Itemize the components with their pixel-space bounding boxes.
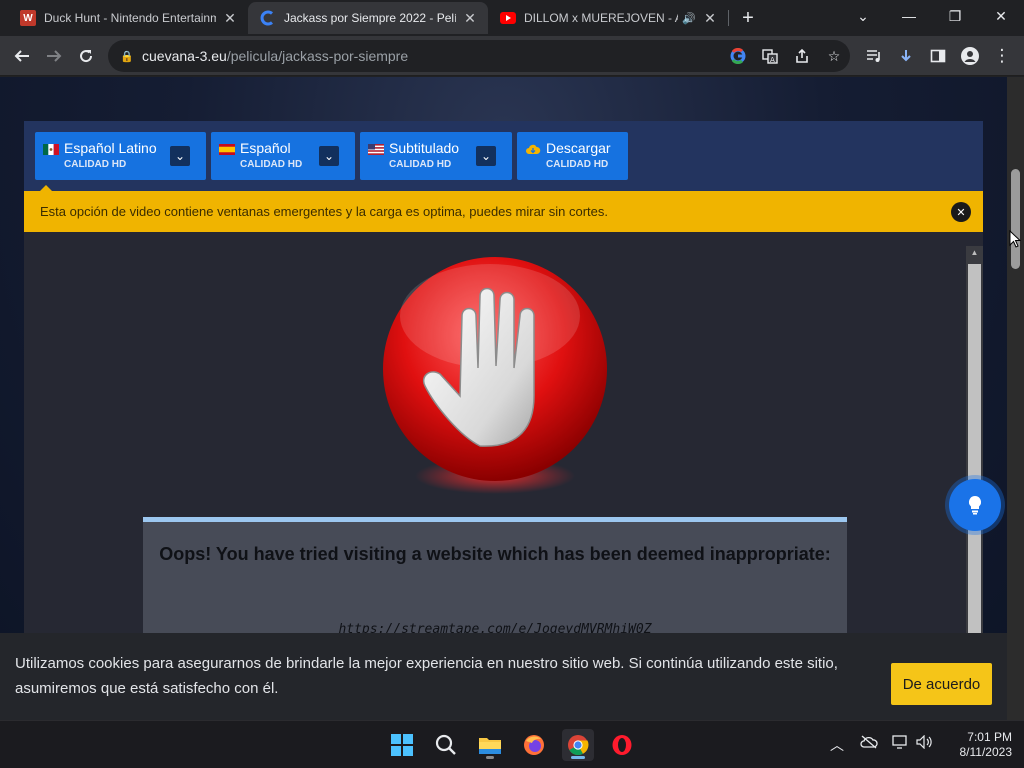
speaker-icon[interactable]: 🔊 [682,12,696,25]
mexico-flag-icon [43,142,59,155]
lightbulb-icon [968,495,982,515]
address-bar[interactable]: 🔒 cuevana-3.eu/pelicula/jackass-por-siem… [108,40,850,72]
option-name: Descargar [546,140,611,156]
translate-icon[interactable]: A [758,44,782,68]
network-icon[interactable] [892,735,908,752]
popup-notice-bar: Esta opción de video contiene ventanas e… [24,191,983,232]
option-quality: CALIDAD HD [546,159,609,170]
page-viewport: Español Latino CALIDAD HD ⌄ Español CALI… [0,77,1007,720]
reload-button[interactable] [72,42,100,70]
running-indicator [571,756,585,759]
tab-title: Jackass por Siempre 2022 - Película [284,11,456,25]
lock-icon[interactable]: 🔒 [120,50,134,63]
tab-title: Duck Hunt - Nintendo Entertainment [44,11,216,25]
windows-taskbar: ︿ 7:01 PM 8/11/2023 [0,720,1024,768]
option-quality: CALIDAD HD [389,159,452,170]
language-options-bar: Español Latino CALIDAD HD ⌄ Español CALI… [24,121,983,191]
w-icon: W [20,10,36,26]
option-name: Subtitulado [389,140,460,156]
option-espanol-latino[interactable]: Español Latino CALIDAD HD ⌄ [35,132,206,180]
file-explorer-icon[interactable] [474,729,506,761]
scroll-up-arrow-icon[interactable]: ▲ [966,248,983,257]
minimize-button[interactable]: — [886,0,932,32]
option-quality: CALIDAD HD [240,159,303,170]
option-quality: CALIDAD HD [64,159,127,170]
bookmark-star-icon[interactable]: ☆ [822,44,846,68]
tab-divider [728,10,729,26]
notice-text: Esta opción de video contiene ventanas e… [40,204,608,219]
firefox-icon[interactable] [518,729,550,761]
option-name: Español Latino [64,140,157,156]
notice-close-icon[interactable]: ✕ [951,202,971,222]
page-scroll-thumb[interactable] [1011,169,1020,269]
new-tab-button[interactable]: + [736,6,760,30]
cookie-text: Utilizamos cookies para asegurarnos de b… [15,655,838,697]
page-scrollbar[interactable] [1007,77,1024,720]
close-icon[interactable]: ✕ [462,10,478,26]
cloud-download-icon [525,142,541,154]
media-queue-icon[interactable] [860,42,888,70]
profile-avatar-icon[interactable] [956,42,984,70]
youtube-icon [500,10,516,26]
volume-icon[interactable] [916,734,934,752]
svg-text:A: A [770,56,775,64]
opera-icon[interactable] [606,729,638,761]
chevron-down-icon[interactable]: ⌄ [319,146,339,166]
system-clock[interactable]: 7:01 PM 8/11/2023 [940,730,1013,760]
share-icon[interactable] [790,44,814,68]
window-close-button[interactable]: ✕ [978,0,1024,32]
option-espanol[interactable]: Español CALIDAD HD ⌄ [211,132,355,180]
cuevana-icon [260,10,276,26]
kebab-menu-icon[interactable]: ⋮ [988,42,1016,70]
show-hidden-icons-chevron-icon[interactable]: ︿ [830,735,844,755]
option-name: Español [240,140,291,156]
tab-jackass[interactable]: Jackass por Siempre 2022 - Película ✕ [248,2,488,34]
windows-start-icon[interactable] [386,729,418,761]
download-icon[interactable] [892,42,920,70]
close-icon[interactable]: ✕ [702,10,718,26]
player-panel: Español Latino CALIDAD HD ⌄ Español CALI… [24,121,983,720]
url-text[interactable]: cuevana-3.eu/pelicula/jackass-por-siempr… [142,48,408,64]
chevron-down-icon[interactable]: ⌄ [476,146,496,166]
search-icon[interactable] [430,729,462,761]
clock-time: 7:01 PM [967,730,1012,744]
close-icon[interactable]: ✕ [222,10,238,26]
blocked-heading: Oops! You have tried visiting a website … [159,544,831,564]
side-panel-icon[interactable] [924,42,952,70]
lightbulb-button[interactable] [949,479,1001,531]
tab-dillom[interactable]: DILLOM x MUEREJOVEN - AS 🔊 ✕ [488,2,728,34]
running-indicator [486,756,494,759]
option-subtitulado[interactable]: Subtitulado CALIDAD HD ⌄ [360,132,512,180]
tab-duck-hunt[interactable]: W Duck Hunt - Nintendo Entertainment ✕ [8,2,248,34]
clock-date: 8/11/2023 [959,745,1013,759]
usa-flag-icon [368,142,384,155]
tab-strip: W Duck Hunt - Nintendo Entertainment ✕ J… [0,0,1024,36]
back-button[interactable] [8,42,36,70]
browser-toolbar: 🔒 cuevana-3.eu/pelicula/jackass-por-siem… [0,36,1024,76]
stop-hand-icon [380,256,610,496]
restore-button[interactable]: ❐ [932,0,978,32]
tab-title: DILLOM x MUEREJOVEN - AS [524,11,679,25]
option-descargar[interactable]: Descargar CALIDAD HD [517,132,628,180]
cloud-offline-icon[interactable] [860,735,878,752]
chrome-icon[interactable] [562,729,594,761]
cookie-consent-banner: Utilizamos cookies para asegurarnos de b… [0,633,1007,720]
mouse-cursor-icon [1009,229,1022,253]
forward-button[interactable] [40,42,68,70]
spain-flag-icon [219,142,235,155]
tab-search-chevron-icon[interactable]: ⌄ [840,0,886,32]
accept-cookies-button[interactable]: De acuerdo [891,663,992,705]
google-lens-icon[interactable] [726,44,750,68]
chevron-down-icon[interactable]: ⌄ [170,146,190,166]
